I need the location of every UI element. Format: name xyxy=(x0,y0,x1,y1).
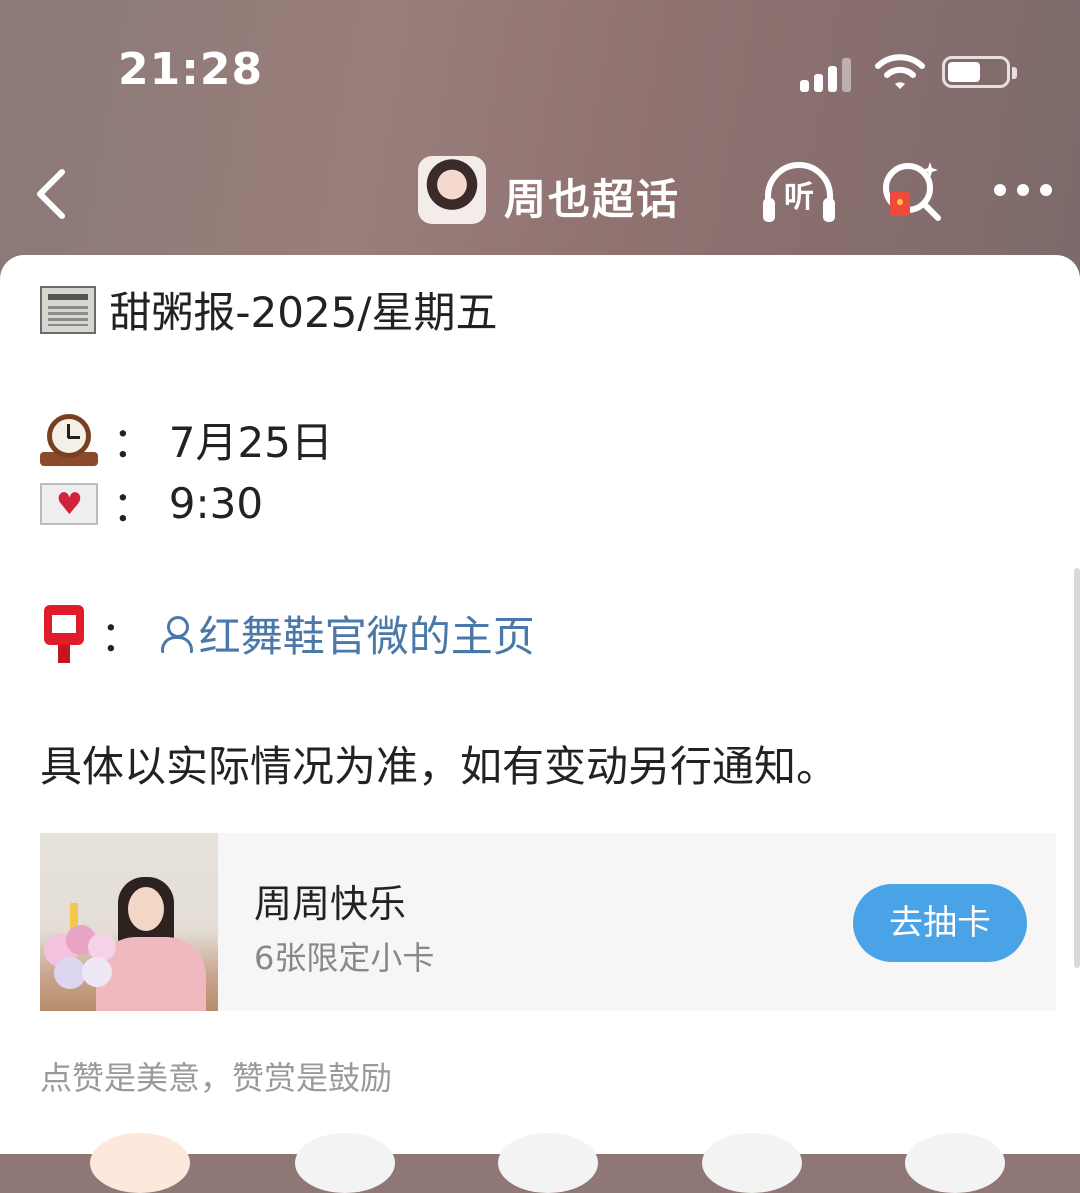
profile-link[interactable]: 红舞鞋官微的主页 xyxy=(157,606,535,661)
listen-label: 听 xyxy=(784,180,814,215)
post-content-card: 甜粥报-2025/星期五 ： 7月25日 ♥ ： 9:30 ： 红舞鞋官微的主页… xyxy=(0,255,1080,1193)
cellular-signal-icon xyxy=(800,56,856,92)
date-colon: ： xyxy=(112,418,155,467)
scrollbar[interactable] xyxy=(1074,568,1080,968)
promo-title: 周周快乐 xyxy=(254,882,407,926)
date-line: ： 7月25日 xyxy=(40,409,333,470)
reward-avatars-row xyxy=(0,1125,1080,1193)
search-redpacket-icon[interactable] xyxy=(880,156,944,226)
promo-subtitle: 6张限定小卡 xyxy=(254,939,435,977)
nav-title[interactable]: 周也超话 xyxy=(504,166,680,227)
status-time: 21:28 xyxy=(118,44,264,95)
more-options-icon[interactable] xyxy=(990,172,1056,208)
back-arrow-icon[interactable] xyxy=(30,164,80,224)
topic-avatar[interactable] xyxy=(418,156,486,224)
location-colon: ： xyxy=(100,612,143,661)
newspaper-icon xyxy=(40,285,96,334)
headline-line: 甜粥报-2025/星期五 xyxy=(40,279,498,340)
battery-icon xyxy=(942,56,1020,92)
nav-bar: 周也超话 听 xyxy=(0,150,1080,240)
time-value: 9:30 xyxy=(168,479,264,528)
date-value: 7月25日 xyxy=(168,418,333,467)
location-line: ： 红舞鞋官微的主页 xyxy=(40,603,535,664)
love-letter-icon: ♥ xyxy=(40,482,98,525)
user-icon xyxy=(157,612,197,656)
wifi-icon xyxy=(875,54,925,89)
mantel-clock-icon xyxy=(40,413,98,466)
status-bar: 21:28 xyxy=(0,0,1080,140)
notice-text: 具体以实际情况为准，如有变动另行通知。 xyxy=(40,742,839,791)
time-line: ♥ ： 9:30 xyxy=(40,473,263,534)
postbox-icon xyxy=(40,604,86,663)
draw-card-button[interactable]: 去抽卡 xyxy=(853,884,1027,962)
headline-text: 甜粥报-2025/星期五 xyxy=(109,288,498,337)
listen-button[interactable]: 听 xyxy=(760,158,838,228)
reward-note: 点赞是美意，赞赏是鼓励 xyxy=(40,1059,393,1097)
time-colon: ： xyxy=(112,482,155,531)
card-draw-promo[interactable]: 周周快乐 6张限定小卡 去抽卡 xyxy=(40,833,1056,1011)
promo-thumbnail xyxy=(40,833,218,1011)
